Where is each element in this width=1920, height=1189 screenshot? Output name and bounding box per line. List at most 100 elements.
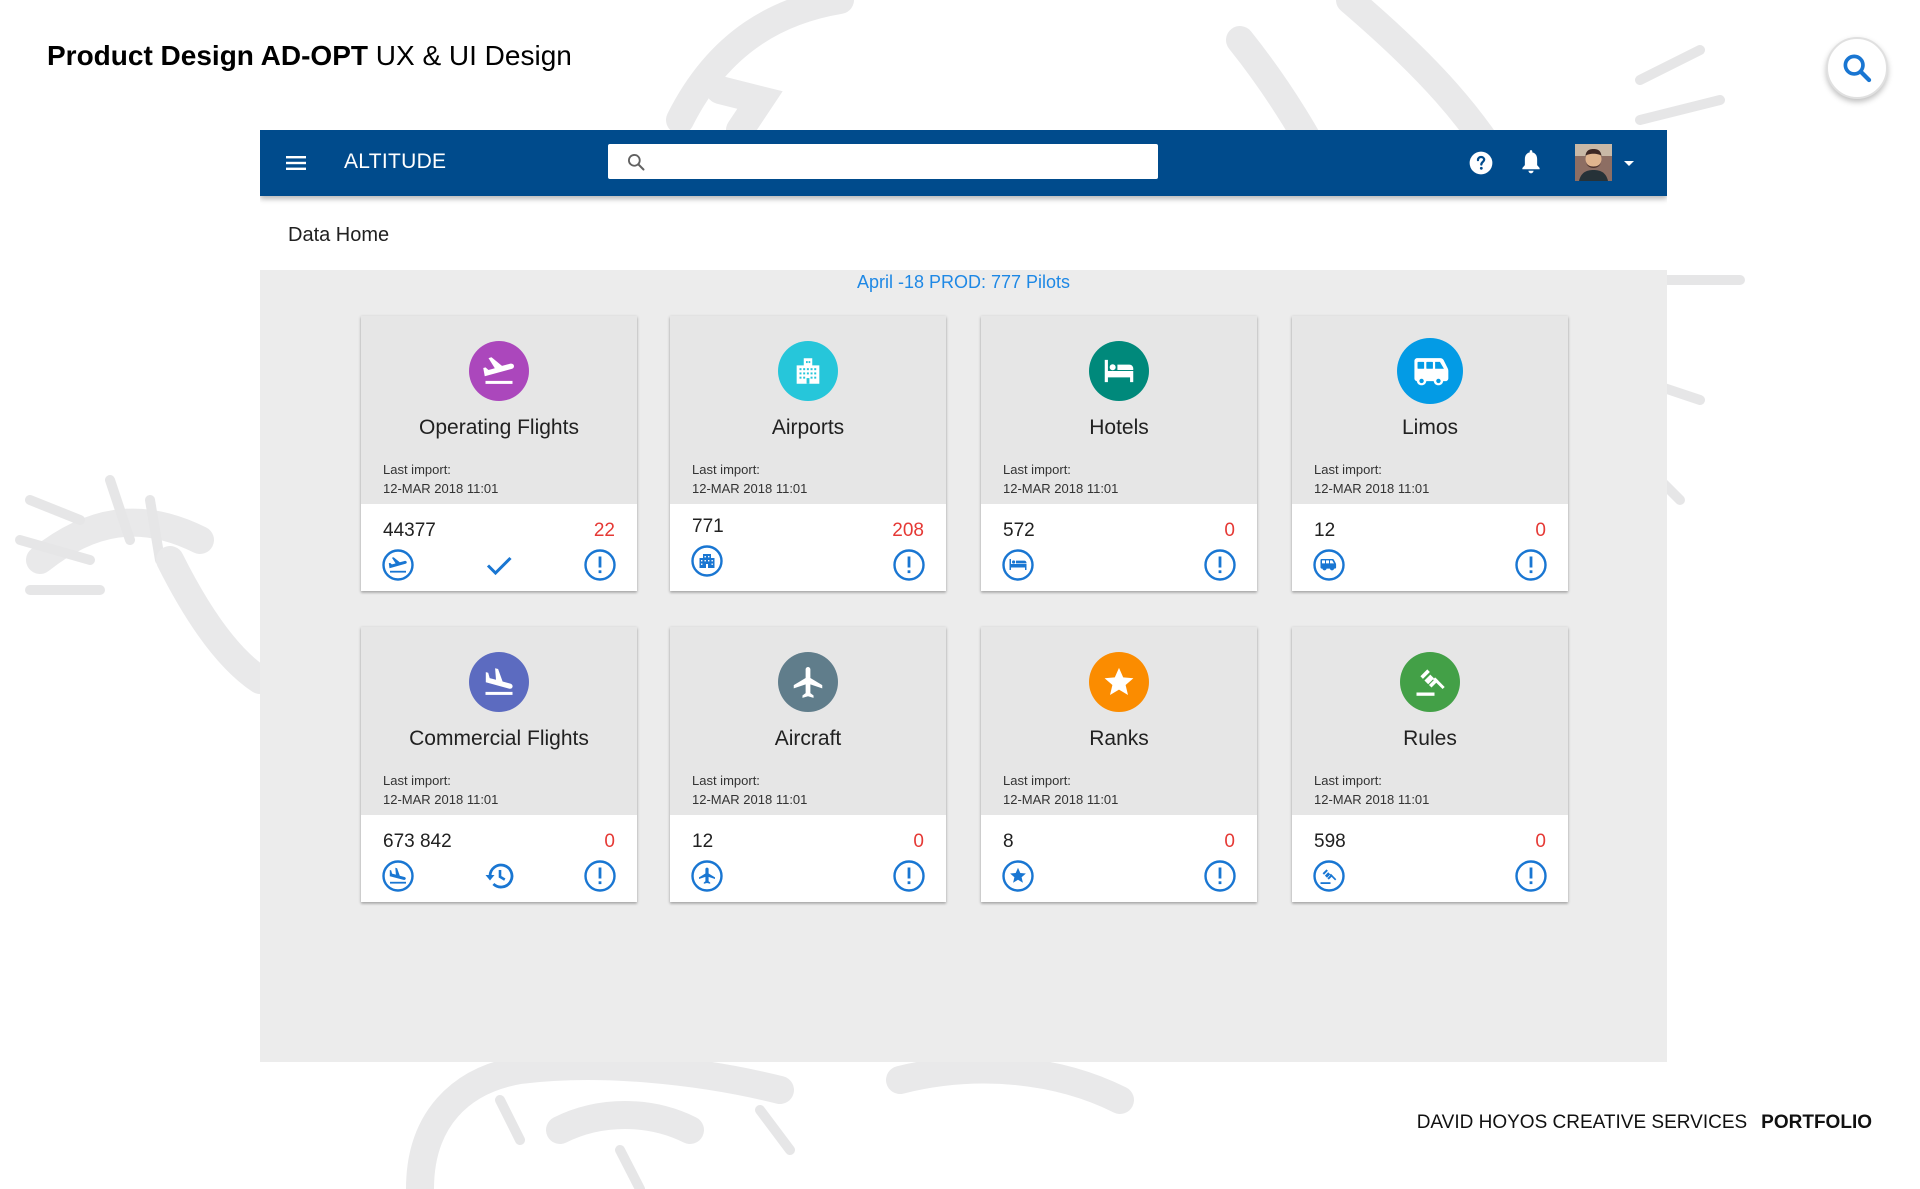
card-footer: 598 0 — [1292, 815, 1568, 902]
error-alert-icon[interactable] — [1203, 859, 1237, 893]
error-alert-icon[interactable] — [1203, 548, 1237, 582]
card-footer: 673 842 0 — [361, 815, 637, 902]
error-alert-icon[interactable] — [583, 548, 617, 582]
card-ranks[interactable]: Ranks Last import: 12-MAR 2018 11:01 8 0 — [981, 627, 1257, 902]
error-count: 0 — [913, 831, 924, 852]
card-title: Airports — [771, 416, 845, 439]
top-app-bar: ALTITUDE — [260, 130, 1667, 196]
error-alert-icon[interactable] — [892, 548, 926, 582]
last-import-date: 12-MAR 2018 11:01 — [383, 481, 499, 496]
airplane-icon — [793, 666, 823, 698]
search-field[interactable] — [608, 144, 1158, 179]
slide-search-button[interactable] — [1826, 37, 1888, 99]
card-title: Aircraft — [774, 727, 842, 750]
user-avatar[interactable] — [1575, 144, 1612, 181]
star-icon — [1104, 667, 1134, 696]
card-last-import: Last import: 12-MAR 2018 11:01 — [1003, 771, 1118, 809]
hotel-bed-icon — [1104, 359, 1134, 383]
account-dropdown-icon[interactable] — [1623, 160, 1635, 168]
card-aircraft[interactable]: Aircraft Last import: 12-MAR 2018 11:01 … — [670, 627, 946, 902]
record-count: 572 — [1003, 520, 1035, 541]
flight-land-outline-icon[interactable] — [381, 859, 415, 893]
card-airports[interactable]: Airports Last import: 12-MAR 2018 11:01 … — [670, 316, 946, 591]
dataset-label[interactable]: April -18 PROD: 777 Pilots — [260, 272, 1667, 293]
search-icon — [1843, 54, 1872, 83]
bus-icon — [1414, 358, 1449, 386]
bus-outline-icon[interactable] — [1312, 548, 1346, 582]
star-outline-icon[interactable] — [1001, 859, 1035, 893]
airplane-outline-icon[interactable] — [690, 859, 724, 893]
card-commercial-flights[interactable]: Commercial Flights Last import: 12-MAR 2… — [361, 627, 637, 902]
history-icon[interactable] — [482, 859, 516, 893]
card-footer: 8 0 — [981, 815, 1257, 902]
card-footer: 12 0 — [1292, 504, 1568, 591]
last-import-date: 12-MAR 2018 11:01 — [1314, 481, 1430, 496]
card-title: Limos — [1401, 416, 1459, 439]
card-avatar — [1397, 338, 1463, 404]
card-title: Ranks — [1089, 727, 1149, 750]
gavel-outline-icon[interactable] — [1312, 859, 1346, 893]
card-last-import: Last import: 12-MAR 2018 11:01 — [692, 460, 807, 498]
record-count: 12 — [692, 831, 714, 852]
slide-title-bold: Product Design AD-OPT — [47, 40, 368, 71]
error-count: 22 — [593, 520, 615, 541]
last-import-label: Last import: — [692, 462, 760, 477]
card-footer: 12 0 — [670, 815, 946, 902]
breadcrumb-bar: Data Home — [260, 196, 1667, 270]
slide-title-light: UX & UI Design — [367, 40, 572, 71]
hotel-bed-outline-icon[interactable] — [1001, 548, 1035, 582]
card-avatar — [1089, 652, 1149, 712]
building-icon — [796, 358, 820, 384]
card-avatar — [778, 341, 838, 401]
slide-footer: DAVID HOYOS CREATIVE SERVICES PORTFOLIO — [1417, 1112, 1872, 1134]
last-import-label: Last import: — [1003, 462, 1071, 477]
flight-takeoff-icon — [483, 357, 514, 384]
record-count: 8 — [1003, 831, 1014, 852]
error-alert-icon[interactable] — [1514, 548, 1548, 582]
card-avatar — [1089, 341, 1149, 401]
card-limos[interactable]: Limos Last import: 12-MAR 2018 11:01 12 … — [1292, 316, 1568, 591]
card-last-import: Last import: 12-MAR 2018 11:01 — [692, 771, 807, 809]
last-import-label: Last import: — [1314, 462, 1382, 477]
error-alert-icon[interactable] — [892, 859, 926, 893]
last-import-label: Last import: — [1003, 773, 1071, 788]
last-import-label: Last import: — [383, 773, 451, 788]
data-home-content: April -18 PROD: 777 Pilots Operating Fli… — [260, 270, 1667, 1062]
card-title: Hotels — [1089, 416, 1149, 439]
last-import-label: Last import: — [692, 773, 760, 788]
footer-studio-name: DAVID HOYOS CREATIVE SERVICES — [1416, 1112, 1748, 1133]
card-title: Rules — [1403, 727, 1457, 750]
user-photo-icon — [1575, 144, 1612, 181]
search-input[interactable] — [654, 144, 1148, 179]
app-frame: ALTITUDE Data Home April -18 PROD: 777 P… — [260, 130, 1667, 1062]
last-import-label: Last import: — [1314, 773, 1382, 788]
error-count: 0 — [1535, 520, 1546, 541]
help-icon[interactable] — [1468, 150, 1494, 176]
card-operating-flights[interactable]: Operating Flights Last import: 12-MAR 20… — [361, 316, 637, 591]
card-last-import: Last import: 12-MAR 2018 11:01 — [383, 460, 498, 498]
check-icon[interactable] — [482, 548, 516, 582]
flight-takeoff-outline-icon[interactable] — [381, 548, 415, 582]
breadcrumb: Data Home — [288, 224, 390, 246]
last-import-date: 12-MAR 2018 11:01 — [1314, 792, 1430, 807]
error-count: 0 — [604, 831, 615, 852]
error-alert-icon[interactable] — [1514, 859, 1548, 893]
card-rules[interactable]: Rules Last import: 12-MAR 2018 11:01 598… — [1292, 627, 1568, 902]
card-footer: 572 0 — [981, 504, 1257, 591]
record-count: 771 — [692, 516, 724, 537]
card-hotels[interactable]: Hotels Last import: 12-MAR 2018 11:01 57… — [981, 316, 1257, 591]
record-count: 598 — [1314, 831, 1346, 852]
last-import-date: 12-MAR 2018 11:01 — [1003, 792, 1119, 807]
card-last-import: Last import: 12-MAR 2018 11:01 — [1314, 460, 1429, 498]
last-import-date: 12-MAR 2018 11:01 — [692, 792, 808, 807]
card-footer: 44377 22 — [361, 504, 637, 591]
flight-land-icon — [485, 668, 513, 695]
card-title: Commercial Flights — [409, 727, 589, 750]
record-count: 44377 — [383, 520, 436, 541]
notifications-bell-icon[interactable] — [1518, 149, 1544, 177]
error-alert-icon[interactable] — [583, 859, 617, 893]
search-icon — [628, 154, 645, 171]
record-count: 12 — [1314, 520, 1336, 541]
menu-icon[interactable] — [284, 151, 308, 175]
building-outline-icon[interactable] — [690, 544, 724, 578]
